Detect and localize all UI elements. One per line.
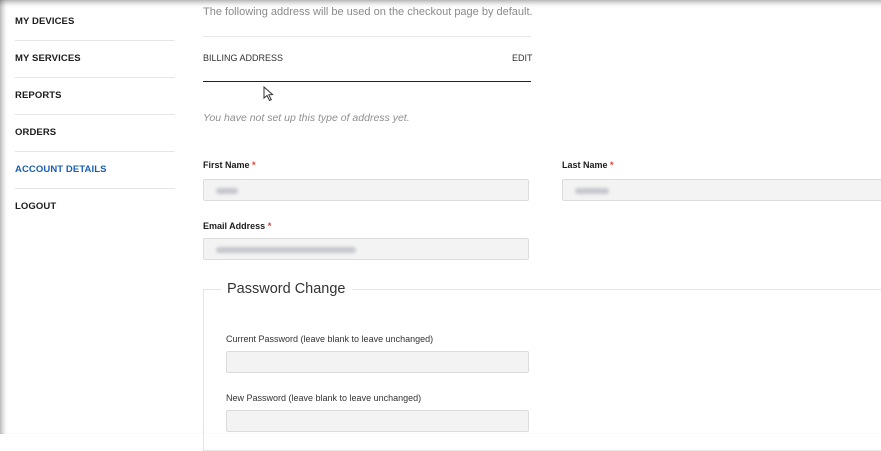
address-intro-text: The following address will be used on th… bbox=[203, 6, 533, 18]
nav-orders[interactable]: ORDERS bbox=[15, 114, 175, 152]
divider bbox=[203, 81, 531, 82]
mouse-cursor-icon bbox=[263, 86, 274, 102]
no-address-message: You have not set up this type of address… bbox=[203, 112, 410, 124]
password-change-legend: Password Change bbox=[227, 281, 346, 297]
last-name-label: Last Name * bbox=[562, 160, 614, 170]
last-name-input[interactable] bbox=[562, 179, 881, 201]
first-name-label: First Name * bbox=[203, 160, 256, 170]
required-mark: * bbox=[252, 160, 256, 170]
billing-address-title: BILLING ADDRESS bbox=[203, 53, 284, 63]
account-sidebar: MY DEVICES MY SERVICES REPORTS ORDERS AC… bbox=[8, 0, 182, 434]
redacted-value bbox=[216, 247, 356, 253]
first-name-input[interactable] bbox=[203, 179, 529, 201]
nav-my-services[interactable]: MY SERVICES bbox=[15, 40, 175, 78]
window-frame: MY DEVICES MY SERVICES REPORTS ORDERS AC… bbox=[0, 0, 881, 451]
email-label: Email Address * bbox=[203, 221, 271, 231]
nav-reports[interactable]: REPORTS bbox=[15, 77, 175, 115]
required-mark: * bbox=[610, 160, 614, 170]
required-mark: * bbox=[267, 221, 272, 231]
current-password-input[interactable] bbox=[226, 351, 529, 373]
email-label-text: Email Address bbox=[203, 221, 266, 231]
last-name-label-text: Last Name bbox=[562, 160, 608, 170]
divider bbox=[203, 36, 531, 37]
first-name-label-text: First Name bbox=[203, 160, 250, 170]
redacted-value bbox=[575, 188, 609, 194]
edit-billing-link[interactable]: EDIT bbox=[512, 53, 533, 63]
email-input[interactable] bbox=[203, 238, 529, 260]
new-password-input[interactable] bbox=[226, 410, 529, 432]
redacted-value bbox=[216, 188, 238, 194]
nav-logout[interactable]: LOGOUT bbox=[15, 188, 175, 225]
new-password-label: New Password (leave blank to leave uncha… bbox=[226, 393, 422, 403]
current-password-label: Current Password (leave blank to leave u… bbox=[226, 334, 434, 344]
nav-account-details[interactable]: ACCOUNT DETAILS bbox=[15, 151, 175, 189]
account-main: The following address will be used on th… bbox=[203, 0, 881, 451]
nav-my-devices[interactable]: MY DEVICES bbox=[15, 3, 175, 41]
